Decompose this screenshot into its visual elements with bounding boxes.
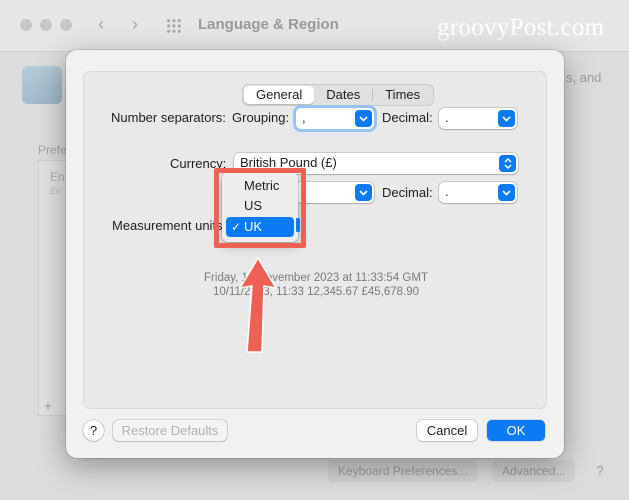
annotation-arrow-icon <box>239 257 277 353</box>
